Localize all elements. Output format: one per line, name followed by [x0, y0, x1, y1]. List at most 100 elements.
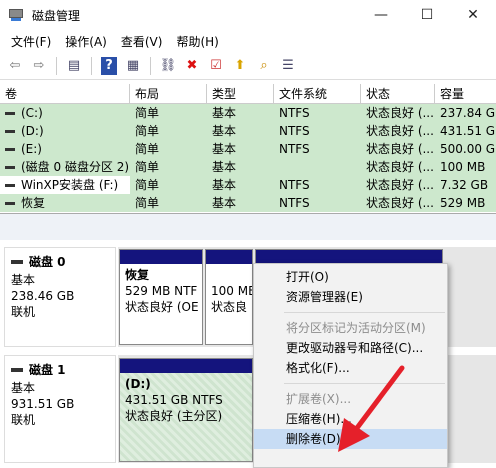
volume-type: 基本: [212, 196, 237, 210]
volume-row[interactable]: WinXP安装盘 (F:) 简单 基本 NTFS 状态良好 (... 7.32 …: [0, 176, 496, 194]
help-icon[interactable]: ?: [101, 56, 117, 75]
volume-row[interactable]: (E:) 简单 基本 NTFS 状态良好 (... 500.00 G: [0, 140, 496, 158]
volume-status: 状态良好 (...: [366, 124, 434, 138]
volume-row[interactable]: (磁盘 0 磁盘分区 2) 简单 基本 状态良好 (... 100 MB: [0, 158, 496, 176]
volume-name: (磁盘 0 磁盘分区 2): [21, 160, 130, 174]
partition-status: 状态良: [211, 300, 248, 314]
volume-name: (D:): [21, 124, 44, 138]
volume-row[interactable]: 恢复 简单 基本 NTFS 状态良好 (... 529 MB: [0, 194, 496, 212]
volume-icon: [5, 183, 15, 187]
properties-icon[interactable]: ▦: [122, 55, 144, 77]
partition-status: 状态良好 (OE: [125, 300, 199, 314]
menu-item-format[interactable]: 格式化(F)...: [254, 358, 447, 378]
menu-separator: [284, 312, 445, 313]
disk-management-app-icon: [8, 7, 24, 23]
volume-status: 状态良好 (...: [366, 106, 434, 120]
partition-status: 状态良好 (主分区): [125, 409, 223, 423]
menu-item-explorer[interactable]: 资源管理器(E): [254, 287, 447, 307]
console-tree-icon[interactable]: ▤: [63, 55, 85, 77]
disk-1-info[interactable]: 磁盘 1 基本 931.51 GB 联机: [4, 355, 116, 463]
partition-d[interactable]: (D:) 431.51 GB NTFS 状态良好 (主分区): [119, 358, 253, 462]
check-icon[interactable]: ☑: [205, 55, 227, 77]
disk-0-info[interactable]: 磁盘 0 基本 238.46 GB 联机: [4, 247, 116, 347]
volume-capacity: 529 MB: [440, 196, 486, 210]
volume-layout: 简单: [135, 142, 160, 156]
volume-layout: 简单: [135, 196, 160, 210]
volume-filesystem: NTFS: [279, 142, 310, 156]
volume-type: 基本: [212, 106, 237, 120]
disk-size: 238.46 GB: [11, 289, 75, 303]
volume-capacity: 237.84 G: [440, 106, 496, 120]
menu-view[interactable]: 查看(V): [114, 33, 170, 50]
disk-status: 联机: [11, 413, 36, 427]
volume-status: 状态良好 (...: [366, 142, 434, 156]
column-header-filesystem[interactable]: 文件系统: [274, 84, 361, 104]
column-header-volume[interactable]: 卷: [0, 84, 130, 104]
partition-name: (D:): [125, 377, 151, 391]
volume-layout: 简单: [135, 160, 160, 174]
volume-row[interactable]: (D:) 简单 基本 NTFS 状态良好 (... 431.51 G: [0, 122, 496, 140]
menu-separator: [284, 383, 445, 384]
menu-item-mark-active[interactable]: 将分区标记为活动分区(M): [254, 318, 447, 338]
volume-status: 状态良好 (...: [366, 196, 434, 210]
up-icon[interactable]: ⬆: [229, 55, 251, 77]
menu-item-change-drive-letter[interactable]: 更改驱动器号和路径(C)...: [254, 338, 447, 358]
delete-icon[interactable]: ✖: [181, 55, 203, 77]
menu-item-shrink-volume[interactable]: 压缩卷(H)...: [254, 409, 447, 429]
volume-type: 基本: [212, 160, 237, 174]
menu-item-open[interactable]: 打开(O): [254, 267, 447, 287]
volume-row[interactable]: (C:) 简单 基本 NTFS 状态良好 (... 237.84 G: [0, 104, 496, 122]
partition-header-bar: [206, 250, 252, 264]
pane-splitter[interactable]: [0, 214, 496, 240]
volume-filesystem: [274, 158, 361, 176]
volume-type: 基本: [212, 178, 237, 192]
disk-icon: [11, 260, 23, 264]
menu-item-extend-volume[interactable]: 扩展卷(X)...: [254, 389, 447, 409]
search-icon[interactable]: ⌕: [253, 55, 275, 77]
menu-bar: 文件(F) 操作(A) 查看(V) 帮助(H): [0, 30, 496, 52]
volume-filesystem: NTFS: [279, 196, 310, 210]
close-button[interactable]: ✕: [450, 0, 496, 30]
volume-name: (E:): [21, 142, 42, 156]
volume-icon: [5, 201, 15, 205]
toolbar: ⇦ ⇨ ▤ ? ▦ ⛓ ✖ ☑ ⬆ ⌕ ☰: [0, 52, 496, 80]
volume-status: 状态良好 (...: [366, 160, 434, 174]
partition-recovery[interactable]: 恢复 529 MB NTF 状态良好 (OE: [119, 249, 203, 345]
volume-layout: 简单: [135, 124, 160, 138]
menu-item-delete-volume[interactable]: 删除卷(D)...: [254, 429, 447, 449]
column-header-type[interactable]: 类型: [207, 84, 274, 104]
menu-help[interactable]: 帮助(H): [169, 33, 225, 50]
disk-status: 联机: [11, 305, 36, 319]
volume-icon: [5, 165, 15, 169]
partition-efi[interactable]: 100 MB 状态良: [205, 249, 253, 345]
partition-size: 100 MB: [211, 284, 253, 298]
window-title: 磁盘管理: [32, 8, 81, 23]
volume-list: 卷 布局 类型 文件系统 状态 容量 (C:) 简单 基本 NTFS 状态良好 …: [0, 84, 496, 214]
volume-filesystem: NTFS: [279, 106, 310, 120]
volume-icon: [5, 129, 15, 133]
volume-capacity: 431.51 G: [440, 124, 496, 138]
disk-size: 931.51 GB: [11, 397, 75, 411]
column-header-layout[interactable]: 布局: [130, 84, 207, 104]
menu-file[interactable]: 文件(F): [4, 33, 58, 50]
toolbar-separator: [91, 56, 92, 75]
minimize-button[interactable]: —: [358, 0, 404, 30]
volume-capacity: 100 MB: [440, 160, 486, 174]
toolbar-separator: [56, 56, 57, 75]
partition-header-bar: [120, 359, 252, 373]
column-header-status[interactable]: 状态: [361, 84, 435, 104]
forward-arrow-icon[interactable]: ⇨: [28, 55, 50, 77]
column-header-capacity[interactable]: 容量: [435, 84, 496, 104]
menu-action[interactable]: 操作(A): [58, 33, 114, 50]
list-icon[interactable]: ☰: [277, 55, 299, 77]
volume-type: 基本: [212, 142, 237, 156]
volume-capacity: 500.00 G: [440, 142, 496, 156]
partition-name: 恢复: [125, 268, 150, 282]
connect-icon[interactable]: ⛓: [157, 55, 179, 77]
volume-status: 状态良好 (...: [366, 178, 434, 192]
maximize-button[interactable]: ☐: [404, 0, 450, 30]
disk-type: 基本: [11, 273, 36, 287]
disk-name: 磁盘 1: [29, 363, 66, 377]
partition-size: 431.51 GB NTFS: [125, 393, 223, 407]
back-arrow-icon[interactable]: ⇦: [4, 55, 26, 77]
